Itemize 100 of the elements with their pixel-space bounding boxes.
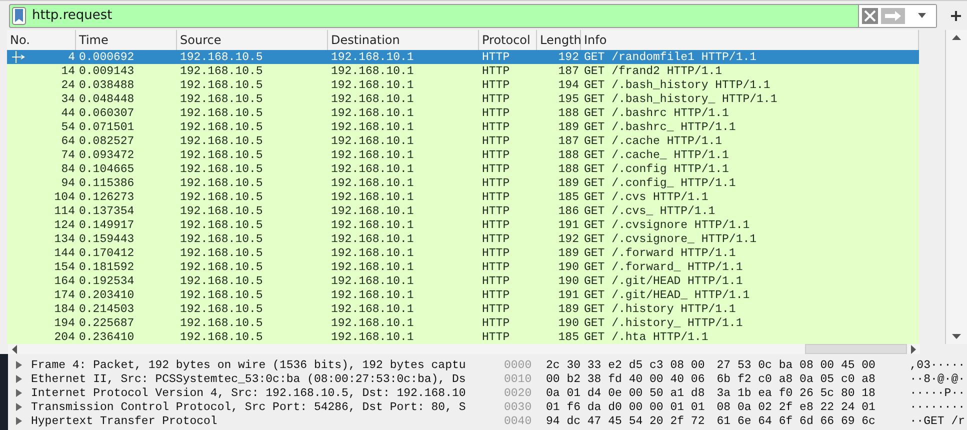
ascii-bytes: ··GET /r [910, 414, 966, 428]
expand-arrow-icon[interactable] [16, 361, 22, 369]
table-cell: HTTP [482, 92, 510, 106]
table-cell: 0.203410 [79, 288, 134, 302]
dropdown-caret-icon[interactable] [918, 13, 926, 18]
ascii-bytes: ··8·@·@· [910, 372, 966, 386]
table-cell: 186 [558, 204, 579, 218]
protocol-tree-item[interactable]: Transmission Control Protocol, Src Port: 54286, Dst Port: 80, S [31, 400, 466, 414]
scroll-right-icon[interactable] [911, 344, 916, 354]
expand-arrow-icon[interactable] [16, 417, 22, 425]
table-cell: 0.000692 [79, 50, 134, 64]
table-cell: GET /.hta HTTP/1.1 [584, 330, 708, 344]
table-cell: 194 [54, 316, 75, 330]
byte-offset: 0020 [503, 386, 533, 400]
table-cell: 185 [558, 190, 579, 204]
table-cell: 54 [61, 120, 75, 134]
packet-row[interactable]: 174 0.203410 192.168.10.5 192.168.10.1 HTTP 191 GET /.git/HEAD_ HTTP/1.1 [7, 288, 919, 302]
scroll-down-icon[interactable] [952, 334, 961, 339]
packet-row[interactable]: 14 0.009143 192.168.10.5 192.168.10.1 HTTP 187 GET /frand2 HTTP/1.1 [7, 64, 919, 78]
expand-arrow-icon[interactable] [16, 375, 22, 383]
table-cell: 192.168.10.5 [180, 148, 263, 162]
protocol-tree-item[interactable]: Internet Protocol Version 4, Src: 192.168.10.5, Dst: 192.168.10 [31, 386, 466, 400]
table-cell: GET /.bashrc_ HTTP/1.1 [584, 120, 736, 134]
table-cell: 0.126273 [79, 190, 134, 204]
clear-icon[interactable] [862, 8, 878, 24]
hex-bytes: 3a 1b ea f0 26 5c 80 18 [716, 386, 876, 400]
packet-row[interactable]: 94 0.115386 192.168.10.5 192.168.10.1 HTTP 189 GET /.config_ HTTP/1.1 [7, 176, 919, 190]
table-cell: 189 [558, 246, 579, 260]
table-cell: HTTP [482, 78, 510, 92]
protocol-tree-item[interactable]: Hypertext Transfer Protocol [31, 414, 218, 428]
display-filter-field[interactable]: http.request [9, 4, 937, 28]
scroll-up-icon[interactable] [952, 35, 961, 40]
packet-row[interactable]: 134 0.159443 192.168.10.5 192.168.10.1 HTTP 192 GET /.cvsignore_ HTTP/1.1 [7, 232, 919, 246]
expand-arrow-icon[interactable] [16, 389, 22, 397]
expand-arrow-icon[interactable] [16, 403, 22, 411]
table-cell: HTTP [482, 134, 510, 148]
table-cell: HTTP [482, 190, 510, 204]
packet-row[interactable]: 84 0.104665 192.168.10.5 192.168.10.1 HTTP 188 GET /.config HTTP/1.1 [7, 162, 919, 176]
packet-row[interactable]: 194 0.225687 192.168.10.5 192.168.10.1 HTTP 190 GET /.history_ HTTP/1.1 [7, 316, 919, 330]
protocol-tree-item[interactable]: Ethernet II, Src: PCSSystemtec_53:0c:ba (08:00:27:53:0c:ba), Ds [31, 372, 466, 386]
table-cell: GET /randomfile1 HTTP/1.1 [584, 50, 757, 64]
packet-row[interactable]: 124 0.149917 192.168.10.5 192.168.10.1 HTTP 191 GET /.cvsignore HTTP/1.1 [7, 218, 919, 232]
packet-row[interactable]: 164 0.192534 192.168.10.5 192.168.10.1 HTTP 190 GET /.git/HEAD HTTP/1.1 [7, 274, 919, 288]
table-cell: 0.048448 [79, 92, 134, 106]
table-cell: 94 [61, 176, 75, 190]
table-cell: 64 [61, 134, 75, 148]
table-cell: HTTP [482, 106, 510, 120]
table-cell: 0.181592 [79, 260, 134, 274]
table-cell: 74 [61, 148, 75, 162]
table-cell: 191 [558, 288, 579, 302]
table-cell: 0.170412 [79, 246, 134, 260]
scrollbar-thumb[interactable] [805, 344, 907, 354]
packet-row[interactable]: 74 0.093472 192.168.10.5 192.168.10.1 HTTP 188 GET /.cache_ HTTP/1.1 [7, 148, 919, 162]
packet-row[interactable]: 154 0.181592 192.168.10.5 192.168.10.1 HTTP 190 GET /.forward_ HTTP/1.1 [7, 260, 919, 274]
table-cell: 124 [54, 218, 75, 232]
packet-row[interactable]: 34 0.048448 192.168.10.5 192.168.10.1 HTTP 195 GET /.bash_history_ HTTP/1.1 [7, 92, 919, 106]
table-cell: 192.168.10.1 [331, 274, 414, 288]
table-cell: 114 [54, 204, 75, 218]
table-cell: 190 [558, 260, 579, 274]
table-cell: 189 [558, 176, 579, 190]
table-cell: 192.168.10.1 [331, 330, 414, 344]
bookmark-icon[interactable] [12, 6, 26, 24]
table-cell: 184 [54, 302, 75, 316]
table-cell: GET /.bash_history HTTP/1.1 [584, 78, 770, 92]
protocol-tree-item[interactable]: Frame 4: Packet, 192 bytes on wire (1536 bits), 192 bytes captu [31, 358, 466, 372]
table-cell: HTTP [482, 204, 510, 218]
table-cell: 188 [558, 148, 579, 162]
table-cell: HTTP [482, 302, 510, 316]
table-cell: 0.159443 [79, 232, 134, 246]
table-cell: GET /.cvsignore_ HTTP/1.1 [584, 232, 757, 246]
packet-row[interactable]: 204 0.236410 192.168.10.5 192.168.10.1 HTTP 185 GET /.hta HTTP/1.1 [7, 330, 919, 344]
table-cell: 192.168.10.1 [331, 204, 414, 218]
table-cell: 0.038488 [79, 78, 134, 92]
table-cell: HTTP [482, 288, 510, 302]
packet-row[interactable]: 54 0.071501 192.168.10.5 192.168.10.1 HTTP 189 GET /.bashrc_ HTTP/1.1 [7, 120, 919, 134]
hex-bytes: 0a 01 d4 0e 00 50 a1 d8 [546, 386, 705, 400]
table-cell: GET /.git/HEAD HTTP/1.1 [584, 274, 743, 288]
table-cell: GET /.history_ HTTP/1.1 [584, 316, 743, 330]
table-cell: 192.168.10.1 [331, 78, 414, 92]
table-cell: 192.168.10.5 [180, 302, 263, 316]
scroll-left-icon[interactable] [12, 344, 17, 354]
packet-row[interactable]: 64 0.082527 192.168.10.5 192.168.10.1 HTTP 187 GET /.cache HTTP/1.1 [7, 134, 919, 148]
table-cell: HTTP [482, 330, 510, 344]
table-cell: 192.168.10.1 [331, 232, 414, 246]
add-icon[interactable] [951, 10, 961, 20]
table-cell: GET /.cache HTTP/1.1 [584, 134, 722, 148]
packet-row[interactable]: 4 0.000692 192.168.10.5 192.168.10.1 HTTP 192 GET /randomfile1 HTTP/1.1 [7, 50, 919, 64]
packet-row[interactable]: 144 0.170412 192.168.10.5 192.168.10.1 HTTP 189 GET /.forward HTTP/1.1 [7, 246, 919, 260]
table-cell: 0.093472 [79, 148, 134, 162]
packet-row[interactable]: 24 0.038488 192.168.10.5 192.168.10.1 HTTP 194 GET /.bash_history HTTP/1.1 [7, 78, 919, 92]
table-cell: 192.168.10.1 [331, 288, 414, 302]
table-cell: 192.168.10.5 [180, 274, 263, 288]
packet-row[interactable]: 184 0.214503 192.168.10.5 192.168.10.1 HTTP 189 GET /.history HTTP/1.1 [7, 302, 919, 316]
vertical-scrollbar[interactable] [945, 30, 967, 344]
packet-row[interactable]: 114 0.137354 192.168.10.5 192.168.10.1 HTTP 186 GET /.cvs_ HTTP/1.1 [7, 204, 919, 218]
packet-row[interactable]: 44 0.060307 192.168.10.5 192.168.10.1 HTTP 188 GET /.bashrc HTTP/1.1 [7, 106, 919, 120]
table-cell: 144 [54, 246, 75, 260]
table-cell: 164 [54, 274, 75, 288]
packet-row[interactable]: 104 0.126273 192.168.10.5 192.168.10.1 HTTP 185 GET /.cvs HTTP/1.1 [7, 190, 919, 204]
table-cell: 192.168.10.5 [180, 64, 263, 78]
